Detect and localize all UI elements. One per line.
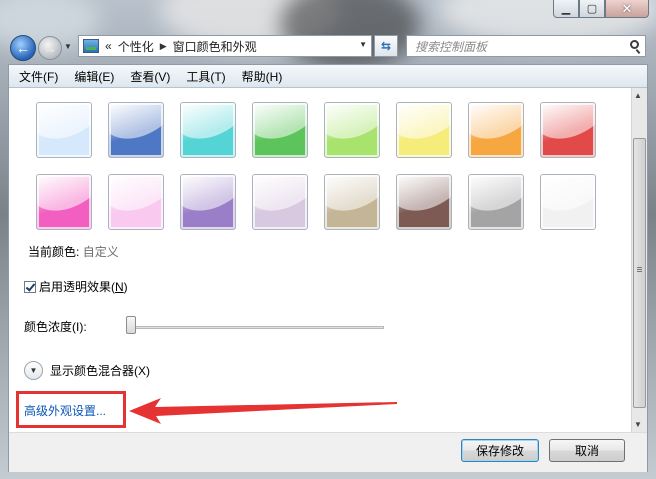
- breadcrumb-personalization[interactable]: 个性化: [118, 38, 154, 55]
- scroll-down-icon[interactable]: ▼: [634, 420, 642, 429]
- advanced-appearance-link[interactable]: 高级外观设置...: [24, 402, 106, 419]
- search-input[interactable]: 搜索控制面板: [406, 35, 646, 57]
- intensity-slider-track[interactable]: [129, 326, 384, 329]
- window-client-area: 文件(F) 编辑(E) 查看(V) 工具(T) 帮助(H) 当前颜色: 自定义 …: [8, 64, 648, 472]
- color-swatch-sunset[interactable]: [468, 102, 524, 158]
- color-swatch-ruby[interactable]: [540, 102, 596, 158]
- save-changes-button[interactable]: 保存修改: [461, 439, 539, 462]
- transparency-mnemonic[interactable]: N: [115, 280, 124, 294]
- color-swatch-sky[interactable]: [36, 102, 92, 158]
- annotation-arrow: [129, 398, 397, 424]
- color-swatch-leaf[interactable]: [252, 102, 308, 158]
- back-button[interactable]: ←: [10, 35, 36, 61]
- maximize-button[interactable]: ▢: [579, 0, 605, 18]
- forward-button[interactable]: →: [38, 36, 62, 60]
- window-controls: ▁ ▢ ✕: [553, 0, 649, 18]
- transparency-option[interactable]: 启用透明效果(N): [24, 278, 128, 295]
- refresh-button[interactable]: ⇆: [374, 35, 398, 57]
- scrollbar-thumb[interactable]: [633, 138, 646, 408]
- color-swatch-twilight[interactable]: [108, 102, 164, 158]
- current-color: 当前颜色: 自定义: [28, 243, 119, 260]
- address-bar[interactable]: « 个性化 ▶ 窗口颜色和外观 ▼: [78, 35, 372, 57]
- color-swatch-lavender[interactable]: [252, 174, 308, 230]
- current-color-value: 自定义: [82, 245, 119, 259]
- transparency-label-end[interactable]: ): [124, 280, 128, 294]
- scroll-up-icon[interactable]: ▲: [634, 91, 642, 100]
- grip-icon: [637, 267, 642, 268]
- button-bar: 保存修改 取消: [9, 432, 647, 472]
- menu-file[interactable]: 文件(F): [19, 68, 58, 85]
- vertical-scrollbar[interactable]: ▲ ▼: [631, 88, 647, 432]
- minimize-button[interactable]: ▁: [553, 0, 579, 18]
- breadcrumb-window-color[interactable]: 窗口颜色和外观: [173, 38, 257, 55]
- control-panel-icon: [83, 39, 99, 53]
- chevron-down-icon[interactable]: ▼: [24, 361, 43, 380]
- search-icon[interactable]: [630, 40, 639, 49]
- close-button[interactable]: ✕: [605, 0, 649, 18]
- maximize-icon: ▢: [586, 3, 598, 15]
- menu-tools[interactable]: 工具(T): [186, 68, 225, 85]
- transparency-label[interactable]: 启用透明效果(: [39, 278, 115, 295]
- color-swatch-taupe[interactable]: [324, 174, 380, 230]
- forward-arrow-icon: →: [43, 40, 57, 56]
- menu-bar: 文件(F) 编辑(E) 查看(V) 工具(T) 帮助(H): [9, 65, 647, 88]
- color-swatch-blush[interactable]: [108, 174, 164, 230]
- breadcrumb-overflow[interactable]: «: [105, 39, 112, 53]
- color-mixer-toggle[interactable]: ▼ 显示颜色混合器(X): [24, 361, 150, 380]
- search-placeholder: 搜索控制面板: [415, 39, 488, 54]
- recent-pages-dropdown-icon[interactable]: ▼: [64, 42, 72, 51]
- color-swatch-chocolate[interactable]: [396, 174, 452, 230]
- color-swatch-lime[interactable]: [324, 102, 380, 158]
- transparency-checkbox[interactable]: [24, 280, 36, 293]
- cancel-button[interactable]: 取消: [549, 439, 625, 462]
- current-color-label: 当前颜色:: [28, 245, 80, 259]
- intensity-slider-thumb[interactable]: [126, 316, 136, 334]
- close-icon: ✕: [621, 0, 633, 16]
- color-swatch-pumpkin[interactable]: [396, 102, 452, 158]
- menu-help[interactable]: 帮助(H): [242, 68, 283, 85]
- color-swatch-frost[interactable]: [540, 174, 596, 230]
- menu-edit[interactable]: 编辑(E): [74, 68, 114, 85]
- breadcrumb-separator-icon[interactable]: ▶: [160, 41, 167, 52]
- minimize-icon: ▁: [561, 3, 571, 15]
- content-pane: 当前颜色: 自定义 启用透明效果(N) 颜色浓度(I): ▼ 显示颜色混合器(X…: [9, 88, 631, 432]
- color-swatch-fuchsia[interactable]: [36, 174, 92, 230]
- menu-view[interactable]: 查看(V): [130, 68, 170, 85]
- color-swatch-sea[interactable]: [180, 102, 236, 158]
- color-swatch-violet[interactable]: [180, 174, 236, 230]
- back-arrow-icon: ←: [16, 40, 30, 56]
- color-swatch-slate[interactable]: [468, 174, 524, 230]
- address-dropdown-icon[interactable]: ▼: [359, 40, 367, 49]
- intensity-label: 颜色浓度(I):: [24, 320, 87, 334]
- color-mixer-label[interactable]: 显示颜色混合器(X): [50, 362, 150, 379]
- refresh-icon: ⇆: [380, 39, 392, 53]
